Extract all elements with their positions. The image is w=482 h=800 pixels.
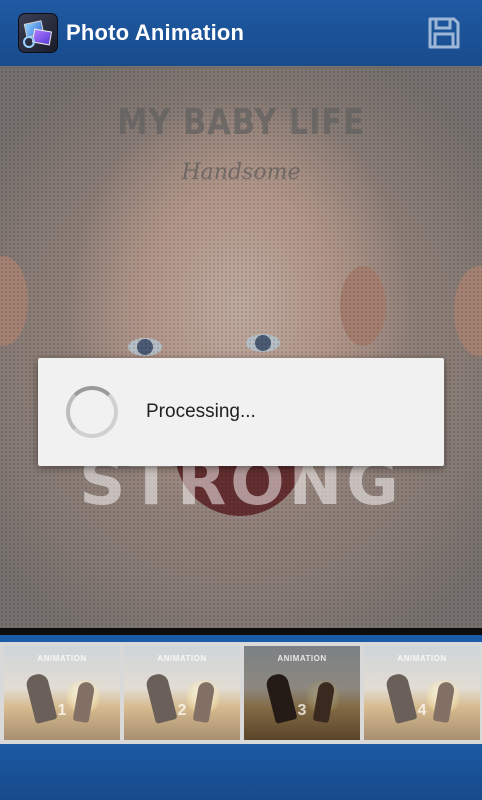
thumbnail-number: 1	[57, 702, 67, 719]
animation-preview[interactable]: MY BABY LIFE Handsome STRONG	[0, 66, 482, 628]
thumbnail-number: 3	[297, 702, 307, 719]
animation-thumbnail-strip: ANIMATION 1 ANIMATION 2 ANIMATION 3 ANIM…	[0, 642, 482, 744]
save-button[interactable]	[426, 15, 462, 51]
animation-thumbnail-2[interactable]: ANIMATION 2	[124, 646, 240, 740]
action-bar: Photo Animation	[0, 0, 482, 66]
thumbnail-label: ANIMATION	[277, 654, 327, 663]
app-title: Photo Animation	[66, 20, 245, 45]
animation-thumbnail-3[interactable]: ANIMATION 3	[244, 646, 360, 740]
floppy-disk-icon	[428, 17, 460, 49]
animation-thumbnail-1[interactable]: ANIMATION 1	[4, 646, 120, 740]
spinner-icon	[66, 386, 118, 438]
thumbnail-label: ANIMATION	[397, 654, 447, 663]
thumbnail-number: 2	[177, 702, 187, 719]
app-icon	[18, 13, 58, 53]
overlay-subtitle: Handsome	[181, 160, 301, 185]
overlay-title: MY BABY LIFE	[117, 102, 365, 143]
progress-dialog: Processing...	[38, 358, 444, 466]
animation-thumbnail-4[interactable]: ANIMATION 4	[364, 646, 480, 740]
dialog-message: Processing...	[146, 401, 256, 422]
thumbnail-label: ANIMATION	[157, 654, 207, 663]
bottom-bar	[0, 744, 482, 800]
strip-divider	[0, 628, 482, 642]
thumbnail-label: ANIMATION	[37, 654, 87, 663]
thumbnail-number: 4	[417, 702, 427, 719]
